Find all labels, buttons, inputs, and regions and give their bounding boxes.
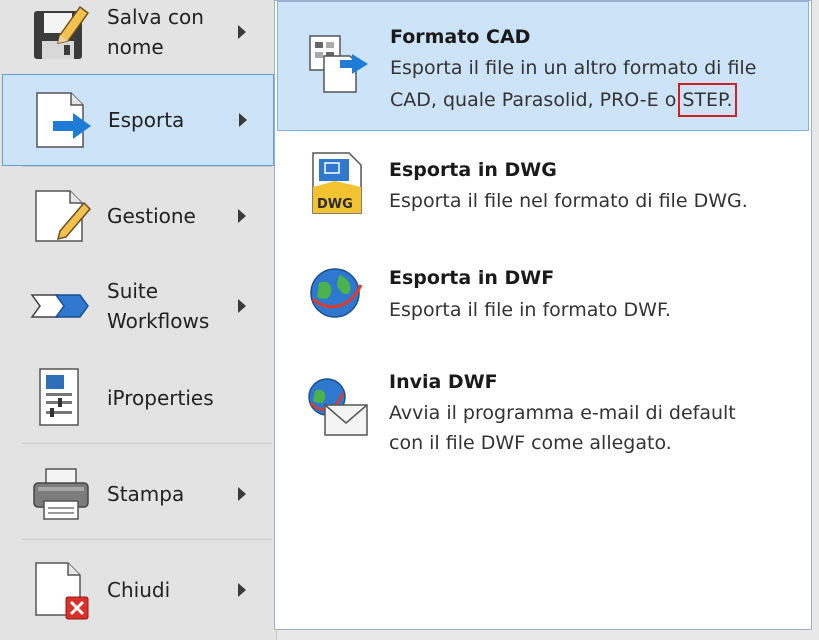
menu-item-save-as[interactable]: Salva con nome [0, 0, 276, 78]
description-line: con il file DWF come allegato. [389, 432, 672, 454]
submenu-item-send-dwf[interactable]: Invia DWF Avvia il programma e-mail di d… [277, 361, 809, 471]
menu-item-label: Suite Workflows [107, 279, 210, 333]
submenu-item-cad-format[interactable]: Formato CAD Esporta il file in un altro … [277, 1, 809, 131]
close-file-icon [35, 562, 89, 620]
submenu-arrow-icon [238, 209, 246, 223]
submenu-item-title: Invia DWF [389, 371, 498, 393]
menu-item-label: iProperties [107, 386, 214, 410]
menu-separator [22, 166, 272, 167]
menu-separator [22, 539, 272, 540]
submenu-item-export-dwg[interactable]: DWG Esporta in DWG Esporta il file nel f… [277, 141, 809, 241]
menu-item-suite-workflows[interactable]: Suite Workflows [0, 260, 276, 352]
menu-item-label: Gestione [107, 204, 196, 228]
submenu-item-description: Esporta il file in formato DWF. [389, 299, 671, 321]
submenu-arrow-icon [238, 25, 246, 39]
description-line: Esporta il file in un altro formato di f… [390, 57, 757, 79]
menu-item-label: Esporta [108, 108, 185, 132]
description-text: CAD, quale Parasolid, PRO-E o [390, 89, 677, 111]
submenu-item-title: Esporta in DWG [389, 159, 557, 181]
menu-separator [22, 443, 272, 444]
menu-item-label: Chiudi [107, 578, 171, 602]
submenu-item-export-dwf[interactable]: Esporta in DWF Esporta il file in format… [277, 251, 809, 351]
workflows-icon [30, 294, 89, 318]
submenu-arrow-icon [238, 299, 246, 313]
menu-item-close[interactable]: Chiudi [0, 544, 276, 636]
submenu-arrow-icon [239, 113, 247, 127]
menu-item-label: Salva con nome [107, 5, 204, 59]
cad-format-icon [309, 35, 368, 93]
description-line: CAD, quale Parasolid, PRO-E o STEP. [390, 83, 790, 117]
save-as-icon [34, 5, 90, 59]
submenu-item-description: Avvia il programma e-mail di default con… [389, 398, 789, 458]
export-submenu: Formato CAD Esporta il file in un altro … [274, 0, 812, 630]
submenu-arrow-icon [238, 583, 246, 597]
submenu-item-description: Esporta il file nel formato di file DWG. [389, 190, 748, 212]
step-highlight-box: STEP. [678, 83, 737, 117]
submenu-item-title: Esporta in DWF [389, 267, 555, 289]
iproperties-icon [39, 368, 79, 426]
submenu-item-title: Formato CAD [390, 26, 531, 48]
send-dwf-email-icon [308, 378, 368, 436]
description-line: Avvia il programma e-mail di default [389, 402, 736, 424]
dwf-globe-icon [310, 268, 363, 318]
menu-item-label: Stampa [107, 482, 185, 506]
menu-item-iproperties[interactable]: iProperties [0, 352, 276, 444]
application-menu-left: Salva con nome Esporta Gestione Suite Wo… [0, 0, 277, 640]
dwg-icon-label: DWG [317, 197, 353, 212]
menu-item-manage[interactable]: Gestione [0, 170, 276, 262]
manage-icon [35, 190, 92, 242]
export-icon [36, 92, 91, 148]
menu-item-print[interactable]: Stampa [0, 448, 276, 540]
menu-item-export[interactable]: Esporta [2, 74, 274, 166]
submenu-item-description: Esporta il file in un altro formato di f… [390, 53, 790, 117]
printer-icon [33, 468, 89, 520]
submenu-arrow-icon [238, 487, 246, 501]
